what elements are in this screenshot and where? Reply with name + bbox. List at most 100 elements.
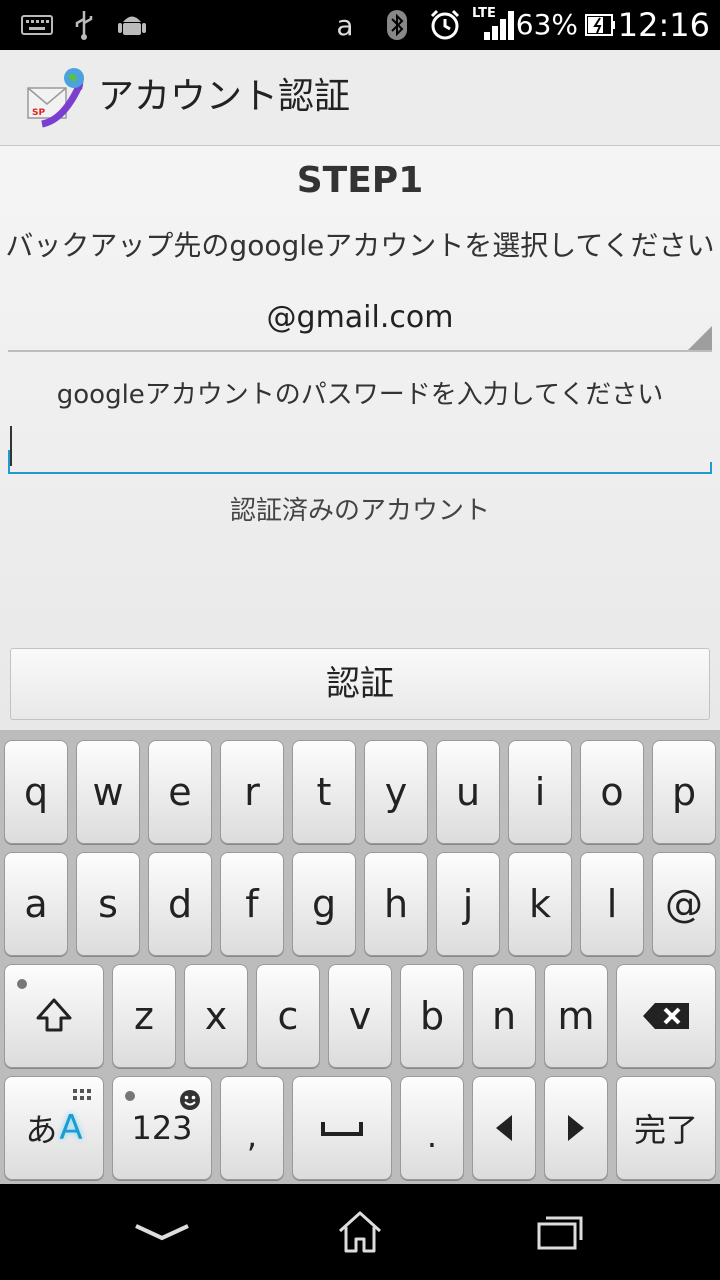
key-label: u [455,770,481,814]
key-l[interactable]: l [580,852,644,956]
key-label: j [462,882,474,926]
long-press-dot-icon [17,979,27,989]
long-press-dot-icon [125,1091,135,1101]
cursor-left-key[interactable] [472,1076,536,1180]
app-title: アカウント認証 [98,76,351,117]
key-k[interactable]: k [508,852,572,956]
key-label: y [384,770,408,814]
svg-text:SP: SP [32,108,45,118]
key-g[interactable]: g [292,852,356,956]
mode-grid-icon [73,1089,91,1100]
key-at[interactable]: @ [652,852,716,956]
android-icon [114,8,150,42]
status-bar: a LTE 63% 12:16 [0,0,720,50]
battery-icon [584,8,616,42]
space-bar-icon [321,1122,363,1136]
key-x[interactable]: x [184,964,248,1068]
period-key[interactable]: . [400,1076,464,1180]
key-label: f [245,882,259,926]
bluetooth-icon [384,8,410,42]
password-field-edge-right [710,462,712,474]
key-r[interactable]: r [220,740,284,844]
amazon-label: a [336,8,354,42]
backspace-key[interactable] [616,964,716,1068]
arrow-right-icon [568,1115,584,1141]
key-n[interactable]: n [472,964,536,1068]
home-icon[interactable] [320,1204,400,1260]
key-label: q [23,770,49,814]
key-label: . [426,1117,438,1155]
key-o[interactable]: o [580,740,644,844]
key-e[interactable]: e [148,740,212,844]
recent-apps-icon[interactable] [520,1204,600,1260]
key-f[interactable]: f [220,852,284,956]
key-m[interactable]: m [544,964,608,1068]
key-label: r [244,770,260,814]
key-y[interactable]: y [364,740,428,844]
key-label: t [316,770,332,814]
key-label: h [383,882,409,926]
key-p[interactable]: p [652,740,716,844]
shift-key[interactable] [4,964,104,1068]
key-label: d [167,882,193,926]
space-key[interactable] [292,1076,392,1180]
navigation-bar [0,1184,720,1280]
app-bar: SP アカウント認証 [0,50,720,146]
authenticate-button[interactable]: 認証 [10,648,710,720]
key-label: b [419,994,445,1038]
password-input[interactable] [8,422,712,474]
lte-signal-icon: LTE [472,6,518,42]
key-w[interactable]: w [76,740,140,844]
key-s[interactable]: s [76,852,140,956]
input-mode-key[interactable]: あ A [4,1076,104,1180]
key-label: v [348,994,372,1038]
key-label: l [606,882,618,926]
select-account-prompt: バックアップ先のgoogleアカウントを選択してください [5,229,715,262]
spinner-arrow-icon [688,326,712,350]
key-t[interactable]: t [292,740,356,844]
key-label: n [491,994,517,1038]
key-v[interactable]: v [328,964,392,1068]
key-label: k [528,882,551,926]
key-b[interactable]: b [400,964,464,1068]
status-clock: 12:16 [617,6,710,44]
mode-kana-label: あ [25,1111,58,1149]
key-h[interactable]: h [364,852,428,956]
mode-alpha-label: A [59,1108,83,1148]
arrow-left-icon [496,1115,512,1141]
key-a[interactable]: a [4,852,68,956]
step-title: STEP1 [296,160,424,201]
key-q[interactable]: q [4,740,68,844]
comma-key[interactable]: , [220,1076,284,1180]
key-label: e [168,770,192,814]
password-prompt: googleアカウントのパスワードを入力してください [56,380,664,410]
numbers-key[interactable]: 123 [112,1076,212,1180]
key-u[interactable]: u [436,740,500,844]
key-d[interactable]: d [148,852,212,956]
key-z[interactable]: z [112,964,176,1068]
app-mail-globe-icon: SP [24,66,88,130]
key-c[interactable]: c [256,964,320,1068]
verified-accounts-label: 認証済みのアカウント [229,496,490,526]
key-label: g [311,882,337,926]
key-j[interactable]: j [436,852,500,956]
back-chevron-icon[interactable] [122,1204,202,1260]
key-label: m [557,994,595,1038]
backspace-icon [643,1003,689,1029]
text-cursor [10,426,12,466]
key-label: 完了 [633,1111,698,1149]
amazon-icon: a [330,8,360,42]
key-label: o [600,770,624,814]
key-label: w [92,770,124,814]
key-i[interactable]: i [508,740,572,844]
battery-percent: 63% [515,8,578,41]
soft-keyboard: q w e r t y u i o p a s d f g h j k l @ … [0,730,720,1184]
shift-arrow-icon [36,998,72,1032]
usb-icon [70,8,98,42]
done-key[interactable]: 完了 [616,1076,716,1180]
key-label: i [534,770,546,814]
cursor-right-key[interactable] [544,1076,608,1180]
key-label: z [134,994,154,1038]
account-spinner[interactable]: @gmail.com [8,286,712,352]
alarm-icon [428,8,462,42]
